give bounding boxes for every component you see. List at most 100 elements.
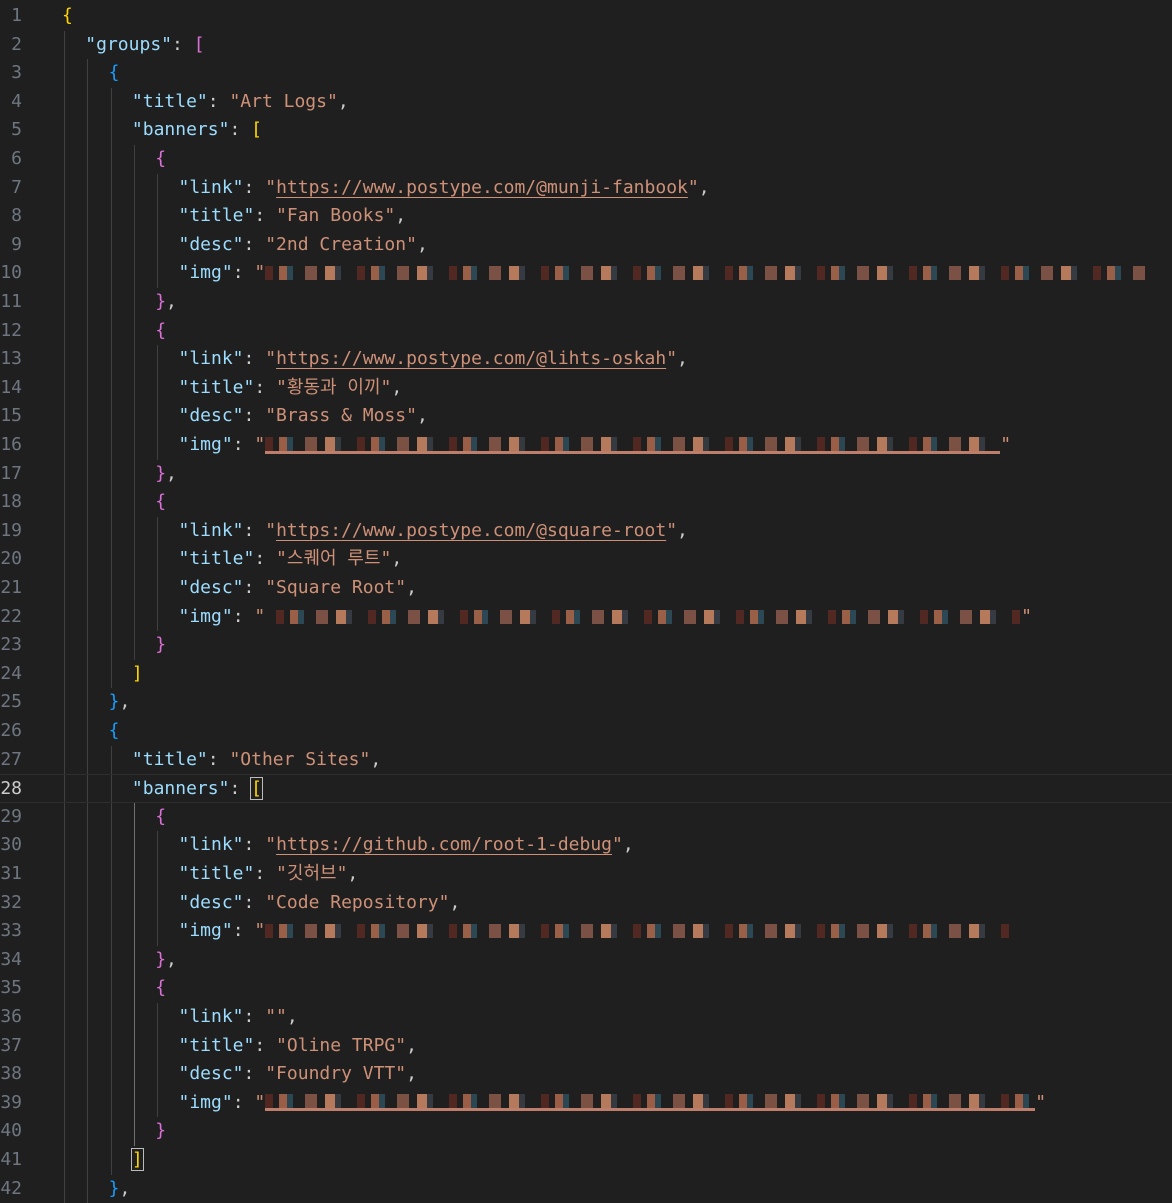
code-line[interactable]: 25}, <box>0 688 1172 717</box>
code-text: "link": "https://github.com/root-1-debug… <box>179 831 634 860</box>
indent-guide <box>110 288 112 317</box>
json-punctuation: : <box>232 262 255 284</box>
json-punctuation: { <box>108 62 120 84</box>
json-punctuation: { <box>62 5 73 26</box>
code-line[interactable]: 19 "link": "https://www.postype.com/@squa… <box>0 516 1172 546</box>
json-punctuation: } <box>155 291 167 312</box>
code-text: }, <box>109 688 131 717</box>
indent-guide <box>110 545 112 574</box>
json-key: "title" <box>178 376 255 398</box>
json-punctuation: , <box>286 1006 298 1027</box>
json-punctuation: : <box>243 1063 266 1085</box>
code-line[interactable]: 5 "banners": [ <box>0 116 1172 145</box>
code-editor[interactable]: 1{2 "groups": [3{4 "title": "Art Logs", 5 "b… <box>0 0 1172 1203</box>
code-line[interactable]: 34}, <box>0 945 1172 975</box>
code-line[interactable]: 30 "link": "https://github.com/root-1-deb… <box>0 831 1172 860</box>
code-line[interactable]: 28 "banners": [ <box>0 774 1172 803</box>
code-line[interactable]: 38 "desc": "Foundry VTT", <box>0 1060 1172 1089</box>
code-line[interactable]: 13 "link": "https://www.postype.com/@liht… <box>0 345 1172 374</box>
json-punctuation: : <box>254 376 277 398</box>
indent-guide <box>157 1031 159 1061</box>
json-punctuation: : <box>243 891 266 913</box>
json-string: "Fan Books" <box>276 205 396 227</box>
url-link[interactable]: https://www.postype.com/@munji-fanbook <box>276 177 688 198</box>
url-link[interactable]: https://www.postype.com/@lihts-oskah <box>276 348 666 369</box>
json-key: "img" <box>178 262 233 284</box>
code-line[interactable]: 6{ <box>0 145 1172 174</box>
json-punctuation: { <box>155 319 167 341</box>
json-punctuation: : <box>243 233 266 255</box>
code-line[interactable]: 10 "img": " <box>0 259 1172 288</box>
code-line[interactable]: 4 "title": "Art Logs", <box>0 87 1172 117</box>
code-line[interactable]: 1{ <box>0 2 1172 31</box>
indent-guide <box>133 1003 135 1032</box>
json-punctuation: : <box>243 1006 266 1027</box>
indent-guide <box>87 888 89 918</box>
code-text: "title": "깃허브", <box>179 860 359 889</box>
line-number: 8 <box>11 205 22 227</box>
code-line[interactable]: 2 "groups": [ <box>0 30 1172 60</box>
code-line[interactable]: 7 "link": "https://www.postype.com/@munji… <box>0 173 1172 203</box>
indent-guide <box>64 717 65 746</box>
code-line[interactable]: 16 "img": " " <box>0 431 1172 460</box>
indent-guide <box>133 431 135 460</box>
code-line[interactable]: 26 { <box>0 717 1172 746</box>
code-line[interactable]: 40} <box>0 1117 1172 1146</box>
url-link[interactable]: https://www.postype.com/@square-root <box>276 520 666 541</box>
code-line[interactable]: 20 "title": "스퀘어 루트", <box>0 545 1172 574</box>
code-line[interactable]: 8 "title": "Fan Books", <box>0 202 1172 231</box>
code-line[interactable]: 21 "desc": "Square Root", <box>0 574 1172 603</box>
code-line[interactable]: 14 "title": "황동과 이끼", <box>0 373 1172 403</box>
code-line[interactable]: 12 { <box>0 316 1172 346</box>
json-punctuation: } <box>155 948 167 970</box>
code-line[interactable]: 36 "link": "", <box>0 1003 1172 1032</box>
json-punctuation: : <box>229 778 252 800</box>
code-line[interactable]: 39 "img": " " <box>0 1088 1172 1118</box>
code-line[interactable]: 17}, <box>0 459 1172 489</box>
indent-guide <box>110 345 112 374</box>
indent-guide <box>133 516 135 546</box>
code-line[interactable]: 42}, <box>0 1174 1172 1203</box>
code-line[interactable]: 33 "img": " <box>0 917 1172 946</box>
json-punctuation: { <box>155 805 167 827</box>
indent-guide <box>64 288 65 317</box>
json-punctuation: , <box>370 748 382 770</box>
code-line[interactable]: 9 "desc": "2nd Creation", <box>0 230 1172 260</box>
code-line[interactable]: 41] <box>0 1146 1172 1175</box>
code-line[interactable]: 37 "title": "Oline TRPG", <box>0 1031 1172 1061</box>
indent-guide <box>133 316 135 346</box>
indent-guide <box>87 230 89 260</box>
indent-guide <box>64 917 65 946</box>
indent-guide <box>133 945 135 975</box>
code-line[interactable]: 24] <box>0 659 1172 689</box>
code-line[interactable]: 31 "title": "깃허브", <box>0 860 1172 889</box>
indent-guide <box>110 745 112 775</box>
code-line[interactable]: 29 { <box>0 802 1172 832</box>
indent-guide <box>87 288 89 317</box>
code-line[interactable]: 32 "desc": "Code Repository", <box>0 888 1172 918</box>
json-string: "Oline TRPG" <box>276 1034 407 1056</box>
indent-guide <box>87 717 89 746</box>
indent-guide <box>64 1117 65 1146</box>
indent-guide <box>87 688 89 717</box>
code-line[interactable]: 18 { <box>0 488 1172 517</box>
json-string: "스퀘어 루트" <box>276 548 392 570</box>
code-line[interactable]: 23} <box>0 631 1172 660</box>
code-line[interactable]: 15 "desc": "Brass & Moss", <box>0 402 1172 431</box>
code-text: ] <box>130 1146 144 1175</box>
line-number: 26 <box>0 720 22 741</box>
json-key: "title" <box>131 90 208 112</box>
indent-guide <box>133 574 135 603</box>
indent-guide <box>157 574 159 603</box>
code-line[interactable]: 22 "img": " " <box>0 602 1172 632</box>
url-link[interactable]: https://github.com/root-1-debug <box>276 834 612 855</box>
code-line[interactable]: 11}, <box>0 288 1172 317</box>
json-string: "Brass & Moss" <box>265 405 417 427</box>
json-key: "img" <box>178 920 233 942</box>
code-line[interactable]: 35 { <box>0 974 1172 1003</box>
code-text: "title": "Other Sites", <box>132 746 381 775</box>
code-line[interactable]: 3{ <box>0 59 1172 88</box>
code-text: }, <box>155 946 177 975</box>
indent-guide <box>87 917 89 946</box>
code-line[interactable]: 27 "title": "Other Sites", <box>0 745 1172 775</box>
